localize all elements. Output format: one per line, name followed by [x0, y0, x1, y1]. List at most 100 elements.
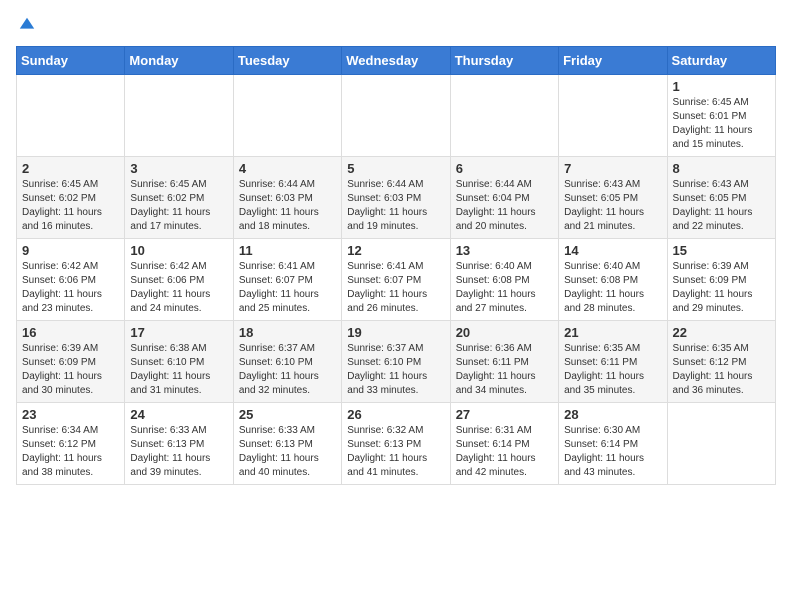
day-info: Sunrise: 6:45 AM Sunset: 6:01 PM Dayligh… [673, 97, 753, 150]
day-cell-22: 22Sunrise: 6:35 AM Sunset: 6:12 PM Dayli… [667, 321, 775, 403]
day-info: Sunrise: 6:39 AM Sunset: 6:09 PM Dayligh… [22, 343, 102, 396]
page-header [16, 16, 776, 34]
day-info: Sunrise: 6:41 AM Sunset: 6:07 PM Dayligh… [347, 261, 427, 314]
day-cell-1: 1 Sunrise: 6:45 AM Sunset: 6:01 PM Daylig… [667, 75, 775, 157]
day-info: Sunrise: 6:33 AM Sunset: 6:13 PM Dayligh… [130, 425, 210, 478]
day-info: Sunrise: 6:43 AM Sunset: 6:05 PM Dayligh… [564, 179, 644, 232]
week-row-1: 1 Sunrise: 6:45 AM Sunset: 6:01 PM Daylig… [17, 75, 776, 157]
day-info: Sunrise: 6:43 AM Sunset: 6:05 PM Dayligh… [673, 179, 753, 232]
empty-cell [233, 75, 341, 157]
empty-cell [450, 75, 558, 157]
day-cell-24: 24 Sunrise: 6:33 AM Sunset: 6:13 PM Dayli… [125, 403, 233, 485]
day-cell-27: 27Sunrise: 6:31 AM Sunset: 6:14 PM Dayli… [450, 403, 558, 485]
empty-cell [17, 75, 125, 157]
day-info: Sunrise: 6:35 AM Sunset: 6:11 PM Dayligh… [564, 343, 644, 396]
day-cell-2: 2 Sunrise: 6:45 AM Sunset: 6:02 PM Daylig… [17, 157, 125, 239]
day-number: 13 [456, 243, 553, 258]
weekday-header-tuesday: Tuesday [233, 47, 341, 75]
day-number: 7 [564, 161, 661, 176]
day-info: Sunrise: 6:31 AM Sunset: 6:14 PM Dayligh… [456, 425, 536, 478]
day-cell-17: 17 Sunrise: 6:38 AM Sunset: 6:10 PM Dayli… [125, 321, 233, 403]
day-number: 11 [239, 243, 336, 258]
day-cell-14: 14 Sunrise: 6:40 AM Sunset: 6:08 PM Dayli… [559, 239, 667, 321]
day-number: 18 [239, 325, 336, 340]
day-cell-21: 21 Sunrise: 6:35 AM Sunset: 6:11 PM Dayli… [559, 321, 667, 403]
day-cell-7: 7 Sunrise: 6:43 AM Sunset: 6:05 PM Daylig… [559, 157, 667, 239]
day-info: Sunrise: 6:32 AM Sunset: 6:13 PM Dayligh… [347, 425, 427, 478]
day-info: Sunrise: 6:37 AM Sunset: 6:10 PM Dayligh… [239, 343, 319, 396]
day-number: 5 [347, 161, 444, 176]
day-cell-3: 3Sunrise: 6:45 AM Sunset: 6:02 PM Daylig… [125, 157, 233, 239]
day-cell-8: 8Sunrise: 6:43 AM Sunset: 6:05 PM Daylig… [667, 157, 775, 239]
day-info: Sunrise: 6:42 AM Sunset: 6:06 PM Dayligh… [130, 261, 210, 314]
day-number: 15 [673, 243, 770, 258]
day-number: 21 [564, 325, 661, 340]
week-row-3: 9Sunrise: 6:42 AM Sunset: 6:06 PM Daylig… [17, 239, 776, 321]
day-info: Sunrise: 6:37 AM Sunset: 6:10 PM Dayligh… [347, 343, 427, 396]
empty-cell [342, 75, 450, 157]
day-cell-19: 19 Sunrise: 6:37 AM Sunset: 6:10 PM Dayli… [342, 321, 450, 403]
day-info: Sunrise: 6:35 AM Sunset: 6:12 PM Dayligh… [673, 343, 753, 396]
empty-cell [559, 75, 667, 157]
day-cell-20: 20 Sunrise: 6:36 AM Sunset: 6:11 PM Dayli… [450, 321, 558, 403]
logo [16, 16, 36, 34]
day-cell-26: 26 Sunrise: 6:32 AM Sunset: 6:13 PM Dayli… [342, 403, 450, 485]
day-cell-18: 18 Sunrise: 6:37 AM Sunset: 6:10 PM Dayli… [233, 321, 341, 403]
day-info: Sunrise: 6:40 AM Sunset: 6:08 PM Dayligh… [456, 261, 536, 314]
day-cell-5: 5 Sunrise: 6:44 AM Sunset: 6:03 PM Daylig… [342, 157, 450, 239]
day-cell-6: 6 Sunrise: 6:44 AM Sunset: 6:04 PM Daylig… [450, 157, 558, 239]
day-cell-12: 12 Sunrise: 6:41 AM Sunset: 6:07 PM Dayli… [342, 239, 450, 321]
day-cell-13: 13 Sunrise: 6:40 AM Sunset: 6:08 PM Dayli… [450, 239, 558, 321]
day-number: 14 [564, 243, 661, 258]
day-info: Sunrise: 6:42 AM Sunset: 6:06 PM Dayligh… [22, 261, 102, 314]
day-info: Sunrise: 6:44 AM Sunset: 6:04 PM Dayligh… [456, 179, 536, 232]
day-number: 25 [239, 407, 336, 422]
day-info: Sunrise: 6:44 AM Sunset: 6:03 PM Dayligh… [347, 179, 427, 232]
day-number: 12 [347, 243, 444, 258]
empty-cell [667, 403, 775, 485]
day-cell-15: 15 Sunrise: 6:39 AM Sunset: 6:09 PM Dayli… [667, 239, 775, 321]
day-number: 26 [347, 407, 444, 422]
day-cell-11: 11 Sunrise: 6:41 AM Sunset: 6:07 PM Dayli… [233, 239, 341, 321]
day-number: 24 [130, 407, 227, 422]
day-cell-23: 23 Sunrise: 6:34 AM Sunset: 6:12 PM Dayli… [17, 403, 125, 485]
day-number: 3 [130, 161, 227, 176]
day-number: 16 [22, 325, 119, 340]
weekday-header-thursday: Thursday [450, 47, 558, 75]
day-number: 1 [673, 79, 770, 94]
weekday-header-friday: Friday [559, 47, 667, 75]
day-info: Sunrise: 6:40 AM Sunset: 6:08 PM Dayligh… [564, 261, 644, 314]
day-number: 6 [456, 161, 553, 176]
weekday-header-monday: Monday [125, 47, 233, 75]
calendar-table: SundayMondayTuesdayWednesdayThursdayFrid… [16, 46, 776, 485]
day-cell-16: 16 Sunrise: 6:39 AM Sunset: 6:09 PM Dayli… [17, 321, 125, 403]
day-info: Sunrise: 6:45 AM Sunset: 6:02 PM Dayligh… [22, 179, 102, 232]
day-info: Sunrise: 6:44 AM Sunset: 6:03 PM Dayligh… [239, 179, 319, 232]
day-info: Sunrise: 6:36 AM Sunset: 6:11 PM Dayligh… [456, 343, 536, 396]
week-row-2: 2 Sunrise: 6:45 AM Sunset: 6:02 PM Daylig… [17, 157, 776, 239]
weekday-header-row: SundayMondayTuesdayWednesdayThursdayFrid… [17, 47, 776, 75]
day-info: Sunrise: 6:34 AM Sunset: 6:12 PM Dayligh… [22, 425, 102, 478]
day-number: 17 [130, 325, 227, 340]
weekday-header-wednesday: Wednesday [342, 47, 450, 75]
day-info: Sunrise: 6:39 AM Sunset: 6:09 PM Dayligh… [673, 261, 753, 314]
day-number: 10 [130, 243, 227, 258]
day-number: 28 [564, 407, 661, 422]
empty-cell [125, 75, 233, 157]
day-info: Sunrise: 6:41 AM Sunset: 6:07 PM Dayligh… [239, 261, 319, 314]
logo-icon [18, 16, 36, 34]
day-number: 2 [22, 161, 119, 176]
day-cell-4: 4 Sunrise: 6:44 AM Sunset: 6:03 PM Daylig… [233, 157, 341, 239]
day-cell-25: 25 Sunrise: 6:33 AM Sunset: 6:13 PM Dayli… [233, 403, 341, 485]
weekday-header-sunday: Sunday [17, 47, 125, 75]
day-info: Sunrise: 6:38 AM Sunset: 6:10 PM Dayligh… [130, 343, 210, 396]
day-number: 4 [239, 161, 336, 176]
day-number: 20 [456, 325, 553, 340]
day-cell-9: 9Sunrise: 6:42 AM Sunset: 6:06 PM Daylig… [17, 239, 125, 321]
week-row-5: 23 Sunrise: 6:34 AM Sunset: 6:12 PM Dayli… [17, 403, 776, 485]
day-cell-10: 10 Sunrise: 6:42 AM Sunset: 6:06 PM Dayli… [125, 239, 233, 321]
day-info: Sunrise: 6:30 AM Sunset: 6:14 PM Dayligh… [564, 425, 644, 478]
day-info: Sunrise: 6:33 AM Sunset: 6:13 PM Dayligh… [239, 425, 319, 478]
day-number: 23 [22, 407, 119, 422]
day-number: 19 [347, 325, 444, 340]
